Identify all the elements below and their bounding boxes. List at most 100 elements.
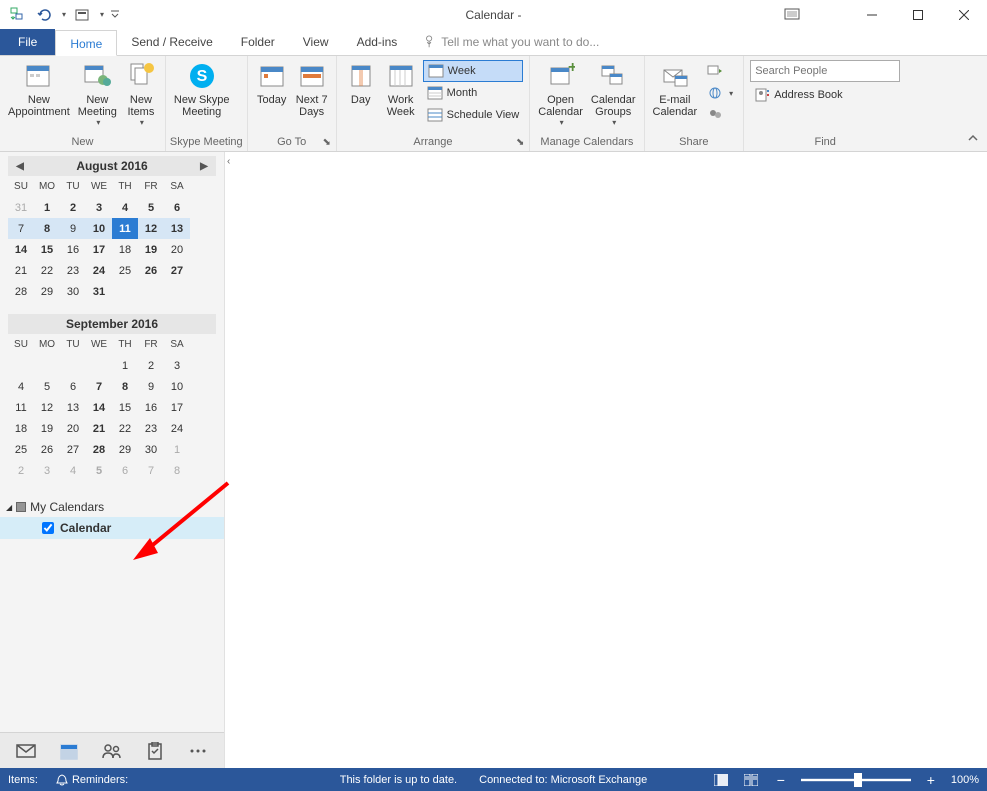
date-cell[interactable]: 3	[86, 197, 112, 218]
maximize-button[interactable]	[895, 0, 941, 29]
date-cell[interactable]: 6	[112, 460, 138, 481]
date-cell[interactable]: 20	[164, 239, 190, 260]
new-appointment-button[interactable]: New Appointment	[4, 58, 74, 120]
new-items-button[interactable]: New Items ▾	[121, 58, 161, 129]
qat-send-receive-all-icon[interactable]	[6, 4, 30, 26]
date-cell[interactable]: 23	[138, 418, 164, 439]
date-cell[interactable]: 13	[60, 397, 86, 418]
date-cell[interactable]: 4	[8, 376, 34, 397]
search-people-field[interactable]	[755, 65, 895, 77]
today-button[interactable]: Today	[252, 58, 292, 108]
date-cell[interactable]: 12	[34, 397, 60, 418]
prev-month-icon[interactable]: ◀	[12, 158, 28, 174]
calendar-groups-button[interactable]: Calendar Groups ▾	[587, 58, 640, 129]
date-cell[interactable]: 20	[60, 418, 86, 439]
date-cell[interactable]: 8	[164, 460, 190, 481]
date-cell[interactable]: 2	[60, 197, 86, 218]
date-cell[interactable]: 5	[86, 460, 112, 481]
date-cell[interactable]: 4	[112, 197, 138, 218]
date-cell[interactable]: 9	[60, 218, 86, 239]
date-cell[interactable]: 19	[34, 418, 60, 439]
qat-browse-icon[interactable]	[70, 4, 94, 26]
qat-browse-dropdown-icon[interactable]: ▾	[96, 4, 106, 26]
date-cell[interactable]: 13	[164, 218, 190, 239]
more-views-icon[interactable]	[187, 739, 210, 763]
date-cell[interactable]: 28	[86, 439, 112, 460]
date-cell[interactable]: 29	[112, 439, 138, 460]
date-cell[interactable]: 30	[138, 439, 164, 460]
tell-me-search[interactable]: Tell me what you want to do...	[423, 29, 599, 55]
date-cell[interactable]: 7	[8, 218, 34, 239]
date-cell[interactable]: 19	[138, 239, 164, 260]
date-cell[interactable]: 24	[164, 418, 190, 439]
date-cell[interactable]: 26	[138, 260, 164, 281]
collapse-ribbon-icon[interactable]	[967, 132, 979, 147]
date-cell[interactable]: 7	[86, 376, 112, 397]
share-calendar-button[interactable]	[703, 60, 737, 82]
date-cell[interactable]: 8	[112, 376, 138, 397]
tab-send-receive[interactable]: Send / Receive	[117, 29, 226, 55]
day-view-button[interactable]: Day	[341, 58, 381, 108]
date-cell[interactable]: 17	[164, 397, 190, 418]
date-cell[interactable]: 11	[8, 397, 34, 418]
search-people-input[interactable]	[750, 60, 900, 82]
date-cell[interactable]: 27	[164, 260, 190, 281]
date-cell[interactable]: 10	[86, 218, 112, 239]
date-cell[interactable]: 6	[164, 197, 190, 218]
reading-view-icon[interactable]	[741, 771, 761, 789]
email-calendar-button[interactable]: E-mail Calendar	[649, 58, 702, 120]
date-cell[interactable]: 27	[60, 439, 86, 460]
my-calendars-header[interactable]: ◢ My Calendars	[0, 497, 224, 517]
undo-dropdown-icon[interactable]: ▾	[58, 4, 68, 26]
people-view-icon[interactable]	[100, 739, 123, 763]
work-week-button[interactable]: Work Week	[381, 58, 421, 120]
calendar-checkbox[interactable]	[42, 522, 54, 534]
date-cell[interactable]: 5	[34, 376, 60, 397]
date-cell[interactable]: 16	[138, 397, 164, 418]
date-cell[interactable]: 24	[86, 260, 112, 281]
publish-online-button[interactable]: ▾	[703, 82, 737, 104]
date-cell[interactable]: 4	[60, 460, 86, 481]
date-cell[interactable]: 18	[8, 418, 34, 439]
zoom-out-icon[interactable]: −	[771, 771, 791, 789]
minimize-button[interactable]	[849, 0, 895, 29]
schedule-view-button[interactable]: Schedule View	[423, 104, 524, 126]
month-view-button[interactable]: Month	[423, 82, 524, 104]
tasks-view-icon[interactable]	[144, 739, 167, 763]
date-cell[interactable]: 21	[8, 260, 34, 281]
dialog-launcher-icon[interactable]: ⬊	[513, 135, 527, 149]
new-meeting-button[interactable]: New Meeting ▾	[74, 58, 121, 129]
date-cell[interactable]: 7	[138, 460, 164, 481]
date-cell[interactable]: 15	[112, 397, 138, 418]
calendar-view-icon[interactable]	[57, 739, 80, 763]
close-button[interactable]	[941, 0, 987, 29]
date-cell[interactable]: 18	[112, 239, 138, 260]
calendar-permissions-button[interactable]	[703, 104, 737, 126]
zoom-level[interactable]: 100%	[951, 774, 979, 786]
date-cell[interactable]: 2	[138, 355, 164, 376]
new-skype-meeting-button[interactable]: S New Skype Meeting	[170, 58, 234, 120]
date-cell[interactable]: 10	[164, 376, 190, 397]
date-cell[interactable]: 6	[60, 376, 86, 397]
status-reminders[interactable]: Reminders:	[56, 774, 128, 786]
date-cell[interactable]: 1	[112, 355, 138, 376]
date-cell[interactable]: 25	[8, 439, 34, 460]
date-cell[interactable]: 26	[34, 439, 60, 460]
date-cell[interactable]: 23	[60, 260, 86, 281]
collapse-nav-icon[interactable]: ‹	[227, 156, 230, 167]
date-cell[interactable]: 30	[60, 281, 86, 302]
address-book-button[interactable]: Address Book	[750, 84, 846, 106]
date-cell[interactable]: 14	[86, 397, 112, 418]
zoom-slider[interactable]	[801, 778, 911, 782]
touch-mode-icon[interactable]	[781, 4, 803, 26]
date-cell[interactable]: 1	[34, 197, 60, 218]
mail-view-icon[interactable]	[14, 739, 37, 763]
date-cell[interactable]: 14	[8, 239, 34, 260]
tab-addins[interactable]: Add-ins	[343, 29, 412, 55]
date-cell[interactable]: 29	[34, 281, 60, 302]
date-cell[interactable]: 11	[112, 218, 138, 239]
undo-icon[interactable]	[32, 4, 56, 26]
date-cell[interactable]: 3	[34, 460, 60, 481]
next-month-icon[interactable]: ▶	[196, 158, 212, 174]
qat-customize-icon[interactable]	[108, 4, 122, 26]
